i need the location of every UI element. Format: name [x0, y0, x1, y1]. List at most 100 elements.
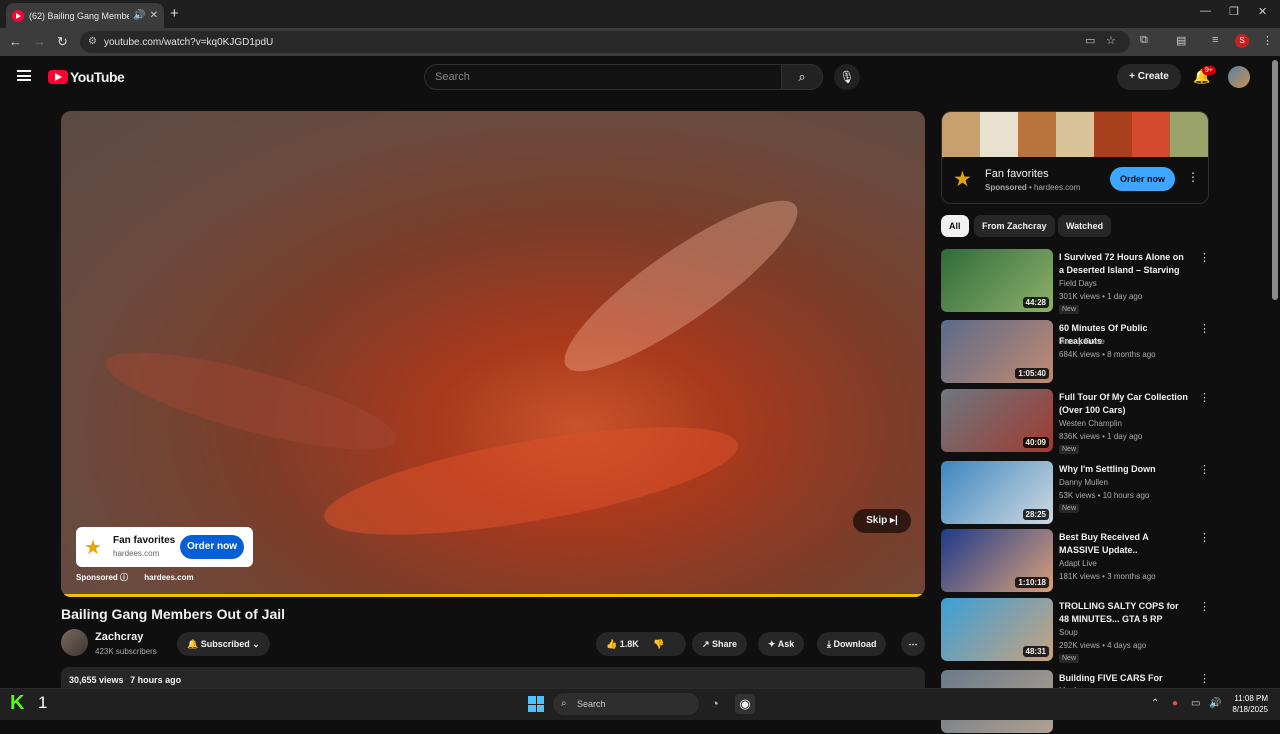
recommendation-menu-icon[interactable]: ⋮	[1199, 463, 1210, 476]
recommendation-item[interactable]: 40:09 Full Tour Of My Car Collection (Ove…	[941, 389, 1210, 454]
tray-volume-icon[interactable]: 🔊	[1209, 698, 1221, 709]
recommendation-channel[interactable]: Jimmy Rowe	[1059, 337, 1105, 346]
back-icon[interactable]: ←	[9, 34, 22, 49]
hardees-star-logo-icon: ★	[953, 168, 972, 191]
channel-avatar[interactable]	[61, 629, 88, 656]
speaker-icon[interactable]: 🔊	[133, 10, 145, 21]
dislike-icon[interactable]: 👎	[653, 639, 664, 649]
browser-tab[interactable]: (62) Bailing Gang Members 🔊 ✕	[6, 3, 164, 28]
video-thumbnail[interactable]: 1:05:40	[941, 320, 1053, 383]
window-close-icon[interactable]: ✕	[1258, 5, 1267, 18]
restore-icon[interactable]: ❐	[1229, 5, 1239, 18]
recommendation-title[interactable]: Best Buy Received A MASSIVE Update..	[1059, 531, 1189, 557]
recommendation-channel-name: Jimmy Rowe	[1059, 337, 1105, 346]
taskbar-search-icon: ⌕	[561, 698, 567, 709]
widgets-app-icon[interactable]: ◔	[705, 694, 725, 714]
split-view-icon[interactable]: ▤	[1176, 34, 1186, 47]
recommendation-title[interactable]: TROLLING SALTY COPS for 48 MINUTES... GT…	[1059, 600, 1189, 626]
tray-network-icon[interactable]: ▭	[1191, 698, 1200, 709]
browser-menu-icon[interactable]: ⋮	[1262, 34, 1273, 47]
bookmark-star-icon[interactable]: ☆	[1106, 34, 1116, 47]
chip-from-zachcray[interactable]: From Zachcray	[974, 215, 1055, 237]
new-tab-icon[interactable]: +	[170, 5, 179, 22]
recommendation-item[interactable]: 1:10:18 Best Buy Received A MASSIVE Updat…	[941, 529, 1210, 593]
recommendation-channel[interactable]: Adapt Live	[1059, 559, 1097, 568]
like-count[interactable]: 1.8K	[620, 639, 639, 649]
search-input[interactable]: Search	[424, 64, 782, 90]
channel-name[interactable]: Zachcray	[95, 631, 143, 643]
windows-start-icon[interactable]	[528, 696, 544, 712]
recommendation-menu-icon[interactable]: ⋮	[1199, 391, 1210, 404]
reload-icon[interactable]: ↻	[57, 34, 68, 50]
chip-all[interactable]: All	[941, 215, 969, 237]
recommendation-item[interactable]: 1:05:40 60 Minutes Of Public Freakouts Jim…	[941, 320, 1210, 384]
site-info-icon[interactable]: ⚙	[88, 36, 97, 47]
kick-counter: 1	[38, 693, 48, 712]
download-button[interactable]: ⤓ Download	[817, 632, 887, 656]
new-badge: New	[1059, 504, 1080, 513]
ad-food-images	[942, 112, 1208, 157]
video-thumbnail[interactable]: 1:10:18	[941, 529, 1053, 592]
subscribed-button[interactable]: 🔔 Subscribed ⌄	[177, 632, 270, 656]
recommendation-menu-icon[interactable]: ⋮	[1199, 531, 1210, 544]
profile-avatar[interactable]: S	[1235, 34, 1249, 48]
ad-progress-bar[interactable]	[61, 594, 925, 597]
account-avatar[interactable]	[1228, 66, 1250, 88]
share-button[interactable]: ↗ Share	[692, 632, 748, 656]
recommendation-channel[interactable]: Danny Mullen	[1059, 478, 1108, 487]
search-icon[interactable]: ⌕	[781, 64, 823, 90]
address-bar[interactable]: ⚙ youtube.com/watch?v=kq0KJGD1pdU	[80, 31, 1130, 53]
recommendation-item[interactable]: 48:31 TROLLING SALTY COPS for 48 MINUTES.…	[941, 598, 1210, 663]
create-button[interactable]: + Create	[1117, 64, 1181, 90]
cast-icon[interactable]: ▭	[1085, 34, 1095, 47]
video-thumbnail[interactable]: 48:31	[941, 598, 1053, 661]
extensions-icon[interactable]: ⧉	[1140, 34, 1148, 47]
recommendation-menu-icon[interactable]: ⋮	[1199, 600, 1210, 613]
recommendation-channel[interactable]: Field Days	[1059, 279, 1097, 288]
video-thumbnail[interactable]: 40:09	[941, 389, 1053, 452]
view-count: 30,655 views	[69, 675, 124, 685]
chip-watched[interactable]: Watched	[1058, 215, 1112, 237]
hamburger-menu-icon[interactable]	[17, 70, 31, 81]
video-frame-highlight	[98, 333, 404, 469]
recommendation-channel[interactable]: Soup	[1059, 628, 1078, 637]
recommendation-item[interactable]: 28:25 Why I'm Settling Down Danny Mullen 53…	[941, 461, 1210, 525]
recommendation-menu-icon[interactable]: ⋮	[1199, 322, 1210, 335]
more-actions-icon[interactable]: ⋯	[901, 632, 925, 656]
taskbar-search[interactable]: ⌕ Search	[553, 693, 699, 715]
recommendation-item[interactable]: 44:28 I Survived 72 Hours Alone on a Dese…	[941, 249, 1210, 314]
video-thumbnail[interactable]: 28:25	[941, 461, 1053, 524]
sidebar-ad-title: Fan favorites	[985, 168, 1049, 180]
ask-button[interactable]: ✦ Ask	[758, 632, 805, 656]
page-scrollbar[interactable]	[1272, 60, 1278, 300]
youtube-logo[interactable]: YouTube	[48, 69, 125, 85]
recommendation-title[interactable]: Full Tour Of My Car Collection (Over 100…	[1059, 391, 1189, 417]
media-control-icon[interactable]: ≡	[1212, 34, 1218, 46]
video-player[interactable]: ★ Fan favorites hardees.com Order now Sp…	[61, 111, 925, 597]
tray-chevron-icon[interactable]: ⌃	[1151, 698, 1159, 709]
sidebar-order-now-button[interactable]: Order now	[1110, 167, 1175, 191]
sponsored-domain[interactable]: hardees.com	[144, 573, 193, 582]
recommendation-menu-icon[interactable]: ⋮	[1199, 251, 1210, 264]
recommendation-channel[interactable]: Westen Champlin	[1059, 419, 1122, 428]
recommendation-menu-icon[interactable]: ⋮	[1199, 672, 1210, 685]
video-thumbnail[interactable]: 44:28	[941, 249, 1053, 312]
tab-title: (62) Bailing Gang Members	[29, 10, 130, 21]
chrome-app-icon[interactable]: ◉	[735, 694, 755, 714]
skip-ad-button[interactable]: Skip ▸|	[853, 509, 911, 533]
order-now-button[interactable]: Order now	[180, 535, 244, 559]
taskbar-clock[interactable]: 11:08 PM 8/18/2025	[1228, 693, 1268, 715]
forward-icon[interactable]: →	[33, 34, 46, 49]
like-icon[interactable]: 👍	[606, 639, 617, 649]
info-icon[interactable]: ⓘ	[120, 573, 128, 582]
tray-mic-icon[interactable]: ●	[1172, 698, 1178, 709]
microphone-icon[interactable]: 🎙	[834, 64, 860, 90]
tab-close-icon[interactable]: ✕	[150, 10, 158, 21]
minimize-icon[interactable]: —	[1200, 5, 1211, 17]
recommendation-title[interactable]: I Survived 72 Hours Alone on a Deserted …	[1059, 251, 1189, 277]
recommendation-meta: 292K views • 4 days ago	[1059, 641, 1147, 650]
player-ad-card[interactable]: ★ Fan favorites hardees.com Order now	[76, 527, 253, 567]
ad-menu-icon[interactable]: ⋮	[1187, 170, 1199, 184]
recommendation-title[interactable]: Why I'm Settling Down	[1059, 463, 1189, 476]
sidebar-ad[interactable]: ★ Fan favorites Sponsored • hardees.com …	[941, 111, 1209, 204]
